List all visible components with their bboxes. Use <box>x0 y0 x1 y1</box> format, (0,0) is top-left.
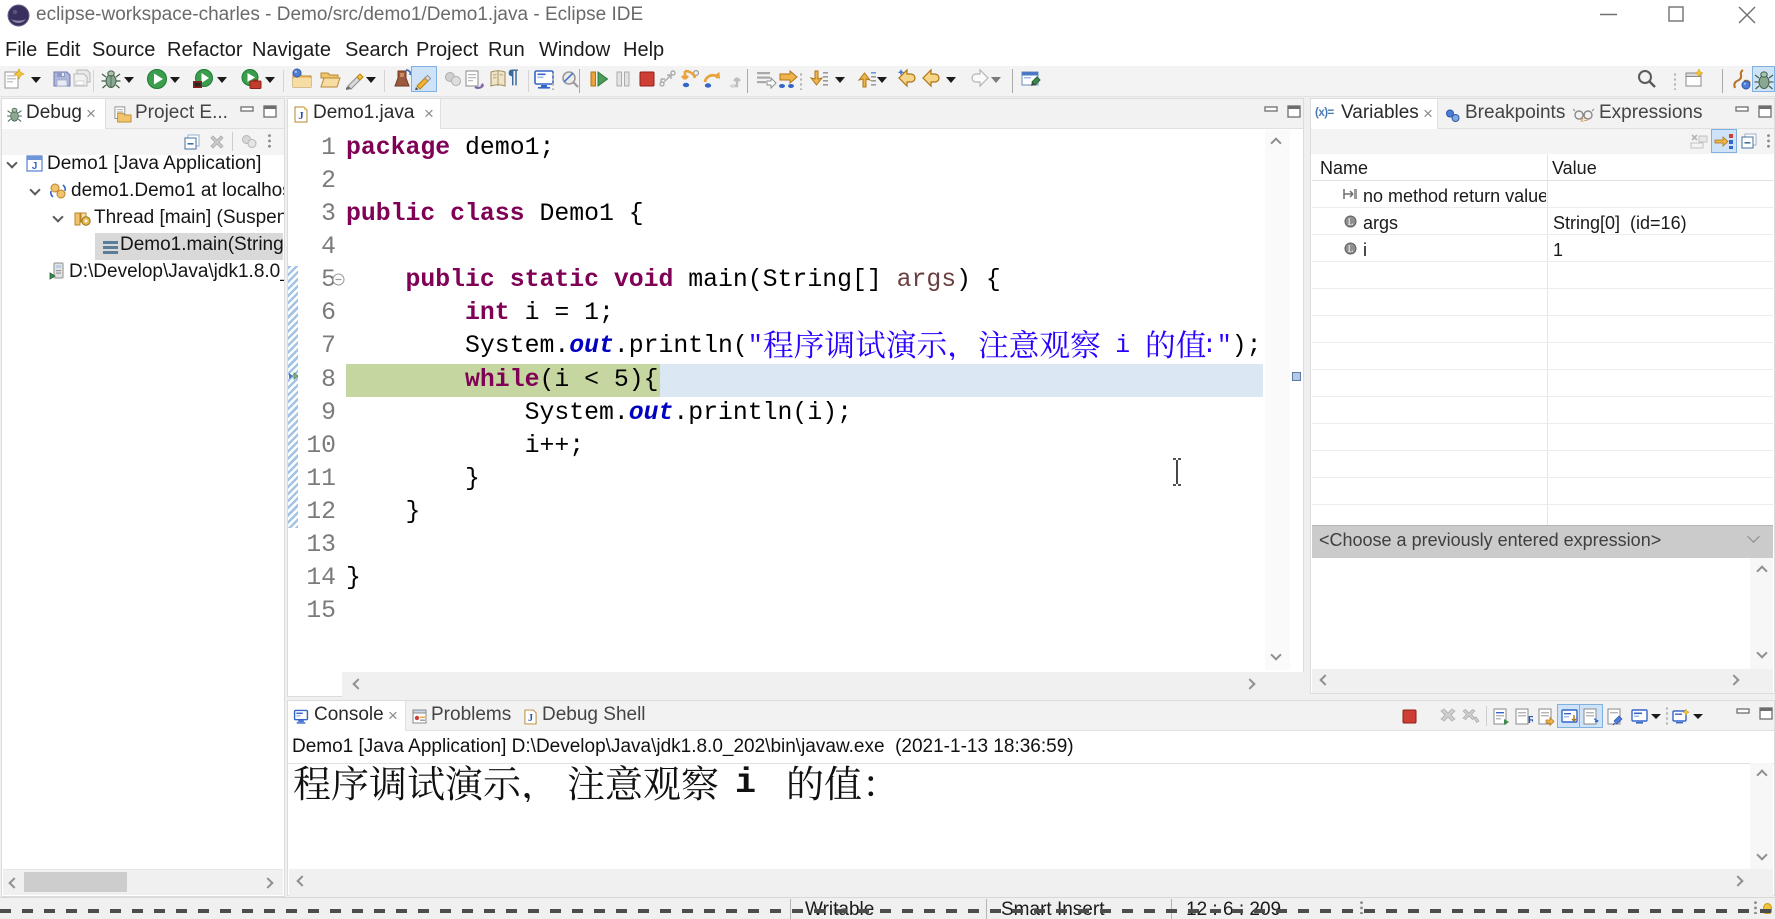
svg-text:x=: x= <box>1580 117 1588 123</box>
svg-text:J: J <box>32 161 38 172</box>
svg-text:J: J <box>528 713 533 724</box>
svg-text:L: L <box>1348 217 1354 227</box>
svg-text:L: L <box>1348 244 1354 254</box>
svg-text:R: R <box>1528 715 1533 726</box>
svg-text:J: J <box>298 110 304 122</box>
